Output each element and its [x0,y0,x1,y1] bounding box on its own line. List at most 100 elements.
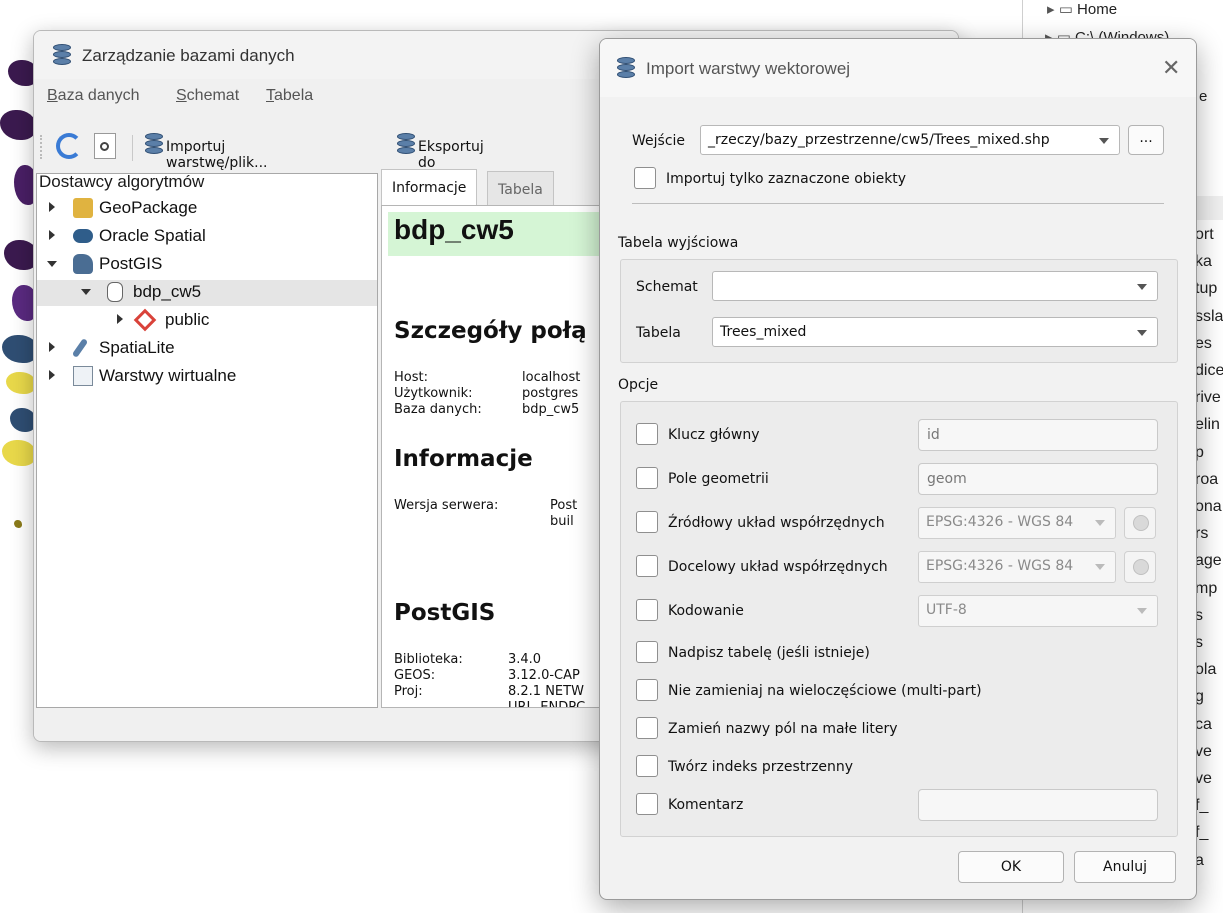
source-crs-label: Źródłowy układ współrzędnych [668,515,885,531]
cancel-button[interactable]: Anuluj [1074,851,1176,883]
database-label: Baza danych: [394,402,482,417]
tree-item-public[interactable]: public [37,308,377,334]
expand-arrow-icon[interactable] [117,314,123,324]
collapse-arrow-icon[interactable] [47,261,57,267]
map-feature-yellow [6,372,36,394]
schema-combo[interactable] [712,271,1158,301]
log-line: ort [1195,226,1214,243]
overwrite-checkbox[interactable] [636,641,658,663]
encoding-checkbox[interactable] [636,599,658,621]
database-value: bdp_cw5 [522,402,580,417]
map-feature-blue [2,335,36,363]
log-line: ca [1195,716,1212,733]
map-feature-purple [8,60,36,86]
no-multipart-checkbox[interactable] [636,679,658,701]
log-line: dice [1195,362,1223,379]
refresh-icon[interactable] [56,133,82,159]
primary-key-checkbox[interactable] [636,423,658,445]
browse-button[interactable]: ... [1128,125,1164,155]
tree-item-geopackage[interactable]: GeoPackage [37,196,377,222]
primary-key-label: Klucz główny [668,427,760,443]
database-icon [52,44,72,66]
expand-arrow-icon[interactable] [49,342,55,352]
map-feature-purple [4,240,36,270]
geometry-field-input[interactable]: geom [918,463,1158,495]
dialog-title: Import warstwy wektorowej [646,59,851,78]
chevron-down-icon [1137,330,1147,336]
tree-item-home[interactable]: ▸ ▭ Home [1047,0,1117,18]
lowercase-fields-checkbox[interactable] [636,717,658,739]
comment-field[interactable] [918,789,1158,821]
target-crs-checkbox[interactable] [636,555,658,577]
geometry-field-checkbox[interactable] [636,467,658,489]
input-layer-combo[interactable]: _rzeczy/bazy_przestrzenne/cw5/Trees_mixe… [700,125,1120,155]
table-combo[interactable]: Trees_mixed [712,317,1158,347]
menu-schema[interactable]: Schemat [176,87,239,105]
lowercase-fields-label: Zamień nazwy pól na małe litery [668,721,898,737]
primary-key-field[interactable]: id [918,419,1158,451]
map-feature-dot [14,520,22,528]
toolbar-handle [40,135,44,159]
comment-checkbox[interactable] [636,793,658,815]
log-line: mp [1195,580,1218,597]
collapse-arrow-icon[interactable] [81,289,91,295]
log-line: age [1195,552,1222,569]
host-label: Host: [394,370,428,385]
oracle-icon [73,229,93,243]
export-file-button[interactable]: Eksportuj do pliku... [396,133,484,187]
chevron-down-icon [1137,284,1147,290]
map-canvas-fragment[interactable] [0,0,36,913]
map-feature-purple [0,110,36,140]
tree-item-bdp-cw5[interactable]: bdp_cw5 [37,280,377,306]
library-value: 3.4.0 [508,652,542,667]
log-line: tup [1195,280,1218,297]
log-line: rive [1195,389,1221,406]
spatial-index-checkbox[interactable] [636,755,658,777]
menu-database[interactable]: Baza danych [47,87,140,105]
expand-arrow-icon[interactable] [49,202,55,212]
proj-label: Proj: [394,684,423,699]
import-layer-button[interactable]: Importuj warstwę/plik... [144,133,267,171]
dialog-titlebar[interactable]: Import warstwy wektorowej ✕ [600,39,1196,97]
target-crs-combo[interactable]: EPSG:4326 - WGS 84 [918,551,1116,583]
server-version-value-2: buil [550,514,574,529]
ok-button[interactable]: OK [958,851,1064,883]
tree-item-oracle[interactable]: Oracle Spatial [37,224,377,250]
tab-info[interactable]: Informacje [381,169,478,207]
source-crs-checkbox[interactable] [636,511,658,533]
table-label: Tabela [636,325,681,341]
source-crs-combo[interactable]: EPSG:4326 - WGS 84 [918,507,1116,539]
spatial-index-label: Twórz indeks przestrzenny [668,759,854,775]
target-crs-select-button[interactable] [1124,551,1156,583]
tab-table[interactable]: Tabela [487,171,554,207]
expand-arrow-icon[interactable] [49,370,55,380]
proj-value-2: URL_ENDPC [508,700,586,708]
encoding-label: Kodowanie [668,603,744,619]
encoding-combo[interactable]: UTF-8 [918,595,1158,627]
database-icon [107,282,123,302]
tree-item-spatialite[interactable]: SpatiaLite [37,336,377,362]
source-crs-select-button[interactable] [1124,507,1156,539]
close-icon[interactable]: ✕ [1162,55,1180,81]
globe-icon [1133,559,1149,575]
selected-only-checkbox[interactable] [634,167,656,189]
postgis-heading: PostGIS [394,600,496,626]
log-line: roa [1195,471,1219,488]
tree-item-postgis[interactable]: PostGIS [37,252,377,278]
virtual-layer-icon [73,366,93,386]
log-line: ve [1195,770,1212,787]
menu-table[interactable]: Tabela [266,87,313,105]
selected-only-label: Importuj tylko zaznaczone obiekty [666,171,907,187]
user-label: Użytkownik: [394,386,473,401]
toolbar-separator [132,135,133,161]
sql-window-icon[interactable] [94,133,116,159]
geos-value: 3.12.0-CAP [508,668,580,683]
comment-label: Komentarz [668,797,744,813]
tree-item-virtual-layers[interactable]: Warstwy wirtualne [37,364,377,390]
expand-arrow-icon[interactable] [49,230,55,240]
log-line: elin [1195,416,1220,433]
schema-label: Schemat [636,279,698,295]
provider-tree[interactable]: Dostawcy algorytmów GeoPackage Oracle Sp… [36,172,378,708]
log-line: ona [1195,498,1222,515]
database-icon [616,57,636,79]
